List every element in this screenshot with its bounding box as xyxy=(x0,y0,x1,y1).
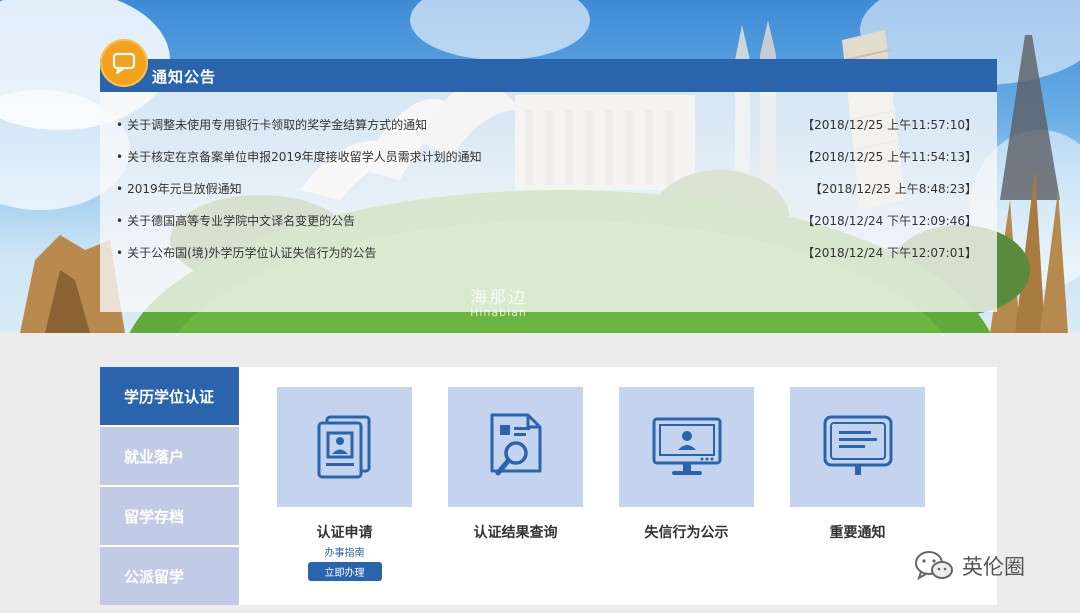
notice-date: 【2018/12/24 下午12:09:46】 xyxy=(802,213,977,228)
tile-result-query-box[interactable] xyxy=(448,387,583,507)
guide-link[interactable]: 办事指南 xyxy=(277,544,412,559)
tile-certification-apply-box[interactable] xyxy=(277,387,412,507)
notice-item[interactable]: • 关于德国高等专业学院中文译名变更的公告 【2018/12/24 下午12:09… xyxy=(116,211,977,229)
notice-item[interactable]: • 关于核定在京备案单位申报2019年度接收留学人员需求计划的通知 【2018/1… xyxy=(116,147,977,165)
watermark-main: 海那边 xyxy=(470,288,527,308)
certificate-document-icon xyxy=(317,415,370,479)
notice-link[interactable]: 关于调整未使用专用银行卡领取的奖学金结算方式的通知 xyxy=(127,118,427,132)
tile-label[interactable]: 认证结果查询 xyxy=(448,522,583,542)
monitor-user-icon xyxy=(652,417,721,475)
tile-result-query: 认证结果查询 xyxy=(448,387,583,542)
services-panel: 学历学位认证 就业落户 留学存档 公派留学 认证申请 办事指南 立即办理 认证结… xyxy=(100,367,997,605)
brand-watermark: 英伦圈 xyxy=(914,550,1025,582)
notice-list: • 关于调整未使用专用银行卡领取的奖学金结算方式的通知 【2018/12/25 上… xyxy=(100,92,997,312)
tile-certification-apply: 认证申请 办事指南 立即办理 xyxy=(277,387,412,581)
notice-date: 【2018/12/25 上午8:48:23】 xyxy=(809,181,977,196)
speech-bubble-icon xyxy=(100,39,148,87)
watermark: 海那边 Hinabian xyxy=(470,283,527,319)
notice-link[interactable]: 关于德国高等专业学院中文译名变更的公告 xyxy=(127,214,355,228)
notice-panel: 通知公告 • 关于调整未使用专用银行卡领取的奖学金结算方式的通知 【2018/12… xyxy=(100,39,997,312)
tile-label[interactable]: 认证申请 xyxy=(277,522,412,542)
wechat-icon xyxy=(915,551,953,581)
hero-banner: 通知公告 • 关于调整未使用专用银行卡领取的奖学金结算方式的通知 【2018/12… xyxy=(0,0,1080,333)
notice-item[interactable]: • 关于调整未使用专用银行卡领取的奖学金结算方式的通知 【2018/12/25 上… xyxy=(116,115,977,133)
notice-item[interactable]: • 2019年元旦放假通知 【2018/12/25 上午8:48:23】 xyxy=(116,179,977,197)
brand-text: 英伦圈 xyxy=(962,555,1025,579)
tile-important-notice-box[interactable] xyxy=(790,387,925,507)
tab-employment-settlement[interactable]: 就业落户 xyxy=(100,427,239,485)
document-search-icon xyxy=(490,413,541,476)
notice-title: 通知公告 xyxy=(152,68,217,86)
notice-header: 通知公告 xyxy=(100,59,997,92)
apply-now-button[interactable]: 立即办理 xyxy=(307,562,382,581)
tile-label[interactable]: 重要通知 xyxy=(790,522,925,542)
notice-board-icon xyxy=(823,415,892,475)
notice-link[interactable]: 2019年元旦放假通知 xyxy=(127,182,242,196)
tab-public-study-abroad[interactable]: 公派留学 xyxy=(100,547,239,605)
tile-dishonesty-public: 失信行为公示 xyxy=(619,387,754,542)
tab-degree-certification[interactable]: 学历学位认证 xyxy=(100,367,239,425)
notice-date: 【2018/12/25 上午11:57:10】 xyxy=(802,117,977,132)
watermark-sub: Hinabian xyxy=(470,306,527,319)
notice-date: 【2018/12/24 下午12:07:01】 xyxy=(802,245,977,260)
tile-dishonesty-public-box[interactable] xyxy=(619,387,754,507)
tab-study-archive[interactable]: 留学存档 xyxy=(100,487,239,545)
notice-date: 【2018/12/25 上午11:54:13】 xyxy=(802,149,977,164)
notice-link[interactable]: 关于公布国(境)外学历学位认证失信行为的公告 xyxy=(127,246,376,260)
notice-link[interactable]: 关于核定在京备案单位申报2019年度接收留学人员需求计划的通知 xyxy=(127,150,482,164)
tile-important-notice: 重要通知 xyxy=(790,387,925,542)
side-tabs: 学历学位认证 就业落户 留学存档 公派留学 xyxy=(100,367,239,605)
tile-label[interactable]: 失信行为公示 xyxy=(619,522,754,542)
notice-item[interactable]: • 关于公布国(境)外学历学位认证失信行为的公告 【2018/12/24 下午12… xyxy=(116,243,977,261)
